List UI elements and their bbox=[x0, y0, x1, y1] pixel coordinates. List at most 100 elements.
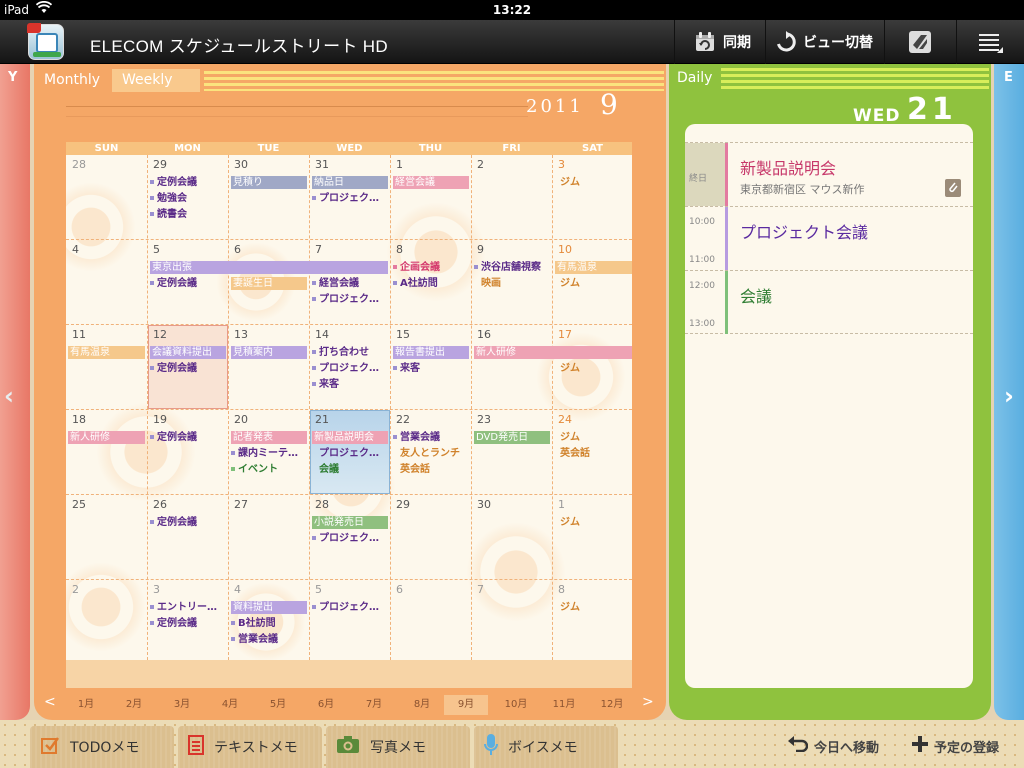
event-bar[interactable]: 新人研修 bbox=[474, 346, 632, 359]
day-number[interactable]: 8 bbox=[558, 583, 565, 596]
day-number[interactable]: 3 bbox=[558, 158, 565, 171]
app-icon[interactable] bbox=[27, 23, 64, 60]
event-item[interactable]: 英会話 bbox=[560, 447, 630, 460]
day-number[interactable]: 22 bbox=[396, 413, 410, 426]
voice-memo-button[interactable]: ボイスメモ bbox=[474, 726, 618, 768]
add-schedule-button[interactable]: 予定の登録 bbox=[912, 734, 999, 758]
day-number[interactable]: 15 bbox=[396, 328, 410, 341]
tab-daily[interactable]: Daily bbox=[669, 66, 717, 90]
event-item[interactable]: プロジェク… bbox=[312, 362, 390, 375]
month-nav-item[interactable]: 3月 bbox=[160, 698, 204, 712]
day-number[interactable]: 6 bbox=[234, 243, 241, 256]
month-nav-item[interactable]: 12月 bbox=[590, 698, 634, 712]
day-number[interactable]: 13 bbox=[234, 328, 248, 341]
event-item[interactable]: 友人とランチ bbox=[393, 447, 471, 460]
day-number[interactable]: 30 bbox=[234, 158, 248, 171]
month-nav-item[interactable]: 2月 bbox=[112, 698, 156, 712]
todo-memo-button[interactable]: TODOメモ bbox=[30, 726, 174, 768]
day-number[interactable]: 31 bbox=[315, 158, 329, 171]
day-number[interactable]: 16 bbox=[477, 328, 491, 341]
event-bar[interactable]: 新人研修 bbox=[68, 431, 145, 444]
event-item[interactable]: 定例会議 bbox=[150, 176, 228, 189]
sync-button[interactable]: 同期 bbox=[680, 20, 764, 64]
day-number[interactable]: 5 bbox=[153, 243, 160, 256]
event-item[interactable]: 定例会議 bbox=[150, 277, 228, 290]
event-item[interactable]: 定例会議 bbox=[150, 362, 228, 375]
day-number[interactable]: 21 bbox=[315, 413, 329, 426]
event-item[interactable]: プロジェク… bbox=[312, 447, 390, 460]
menu-button[interactable] bbox=[962, 20, 1018, 64]
event-bar[interactable]: 会議資料提出 bbox=[150, 346, 226, 359]
day-number[interactable]: 7 bbox=[477, 583, 484, 596]
day-number[interactable]: 14 bbox=[315, 328, 329, 341]
day-number[interactable]: 5 bbox=[315, 583, 322, 596]
day-number[interactable]: 19 bbox=[153, 413, 167, 426]
day-number[interactable]: 10 bbox=[558, 243, 572, 256]
event-item[interactable]: 定例会議 bbox=[150, 516, 228, 529]
event-item[interactable]: 定例会議 bbox=[150, 617, 228, 630]
chevron-left-icon[interactable]: ‹ bbox=[4, 382, 14, 410]
event-bar[interactable]: 新製品説明会 bbox=[312, 431, 388, 444]
schedule-entry[interactable]: 10:00 11:00 プロジェクト会議 bbox=[685, 206, 973, 270]
event-item[interactable]: 映画 bbox=[474, 277, 552, 290]
event-item[interactable]: エントリー… bbox=[150, 601, 228, 614]
view-switch-button[interactable]: ビュー切替 bbox=[770, 20, 878, 64]
day-number[interactable]: 2 bbox=[72, 583, 79, 596]
event-bar[interactable]: 小説発売日 bbox=[312, 516, 388, 529]
chevron-right-icon[interactable]: › bbox=[1004, 382, 1014, 410]
day-number[interactable]: 4 bbox=[72, 243, 79, 256]
day-number[interactable]: 23 bbox=[477, 413, 491, 426]
photo-memo-button[interactable]: 写真メモ bbox=[326, 726, 470, 768]
event-item[interactable]: プロジェク… bbox=[312, 532, 390, 545]
event-bar[interactable]: 報告書提出 bbox=[393, 346, 469, 359]
event-item[interactable]: 会議 bbox=[312, 463, 390, 476]
day-number[interactable]: 27 bbox=[234, 498, 248, 511]
event-bar[interactable]: 見積り bbox=[231, 176, 307, 189]
event-bar[interactable]: 有馬温泉 bbox=[68, 346, 145, 359]
day-number[interactable]: 6 bbox=[396, 583, 403, 596]
month-nav-item[interactable]: 11月 bbox=[542, 698, 586, 712]
event-bar[interactable]: 見積案内 bbox=[231, 346, 307, 359]
event-item[interactable]: プロジェク… bbox=[312, 192, 390, 205]
day-number[interactable]: 18 bbox=[72, 413, 86, 426]
day-number[interactable]: 24 bbox=[558, 413, 572, 426]
day-number[interactable]: 7 bbox=[315, 243, 322, 256]
day-number[interactable]: 2 bbox=[477, 158, 484, 171]
event-item[interactable]: A社訪問 bbox=[393, 277, 471, 290]
day-number[interactable]: 20 bbox=[234, 413, 248, 426]
event-item[interactable]: ジム bbox=[560, 362, 630, 375]
event-item[interactable]: 営業会議 bbox=[231, 633, 309, 646]
event-item[interactable]: 定例会議 bbox=[150, 431, 228, 444]
event-item[interactable]: 勉強会 bbox=[150, 192, 228, 205]
day-number[interactable]: 9 bbox=[477, 243, 484, 256]
event-bar[interactable]: 妻誕生日 bbox=[231, 277, 307, 290]
event-bar[interactable]: 記者発表 bbox=[231, 431, 307, 444]
day-number[interactable]: 1 bbox=[558, 498, 565, 511]
event-bar[interactable]: 東京出張 bbox=[150, 261, 388, 274]
event-item[interactable]: ジム bbox=[560, 277, 630, 290]
day-number[interactable]: 26 bbox=[153, 498, 167, 511]
event-item[interactable]: 来客 bbox=[312, 378, 390, 391]
day-number[interactable]: 11 bbox=[72, 328, 86, 341]
event-bar[interactable]: 資料提出 bbox=[231, 601, 307, 614]
go-to-today-button[interactable]: 今日へ移動 bbox=[788, 734, 879, 758]
month-nav-item[interactable]: 1月 bbox=[64, 698, 108, 712]
day-number[interactable]: 8 bbox=[396, 243, 403, 256]
day-number[interactable]: 29 bbox=[396, 498, 410, 511]
schedule-entry[interactable]: 終日 新製品説明会 東京都新宿区 マウス新作 bbox=[685, 142, 973, 206]
month-nav-item[interactable]: 5月 bbox=[256, 698, 300, 712]
schedule-entry[interactable]: 12:00 13:00 会議 bbox=[685, 270, 973, 334]
tab-weekly[interactable]: Weekly bbox=[112, 69, 200, 92]
day-number[interactable]: 25 bbox=[72, 498, 86, 511]
day-number[interactable]: 17 bbox=[558, 328, 572, 341]
event-item[interactable]: プロジェク… bbox=[312, 293, 390, 306]
month-nav-item-selected[interactable]: 9月 bbox=[444, 695, 488, 715]
day-number[interactable]: 29 bbox=[153, 158, 167, 171]
month-nav-item[interactable]: 7月 bbox=[352, 698, 396, 712]
event-item[interactable]: ジム bbox=[560, 516, 630, 529]
event-item[interactable]: 課内ミーテ… bbox=[231, 447, 309, 460]
day-number[interactable]: 1 bbox=[396, 158, 403, 171]
event-item[interactable]: 渋谷店舗視察 bbox=[474, 261, 552, 274]
month-nav-item[interactable]: 10月 bbox=[494, 698, 538, 712]
event-bar[interactable]: 納品日 bbox=[312, 176, 388, 189]
